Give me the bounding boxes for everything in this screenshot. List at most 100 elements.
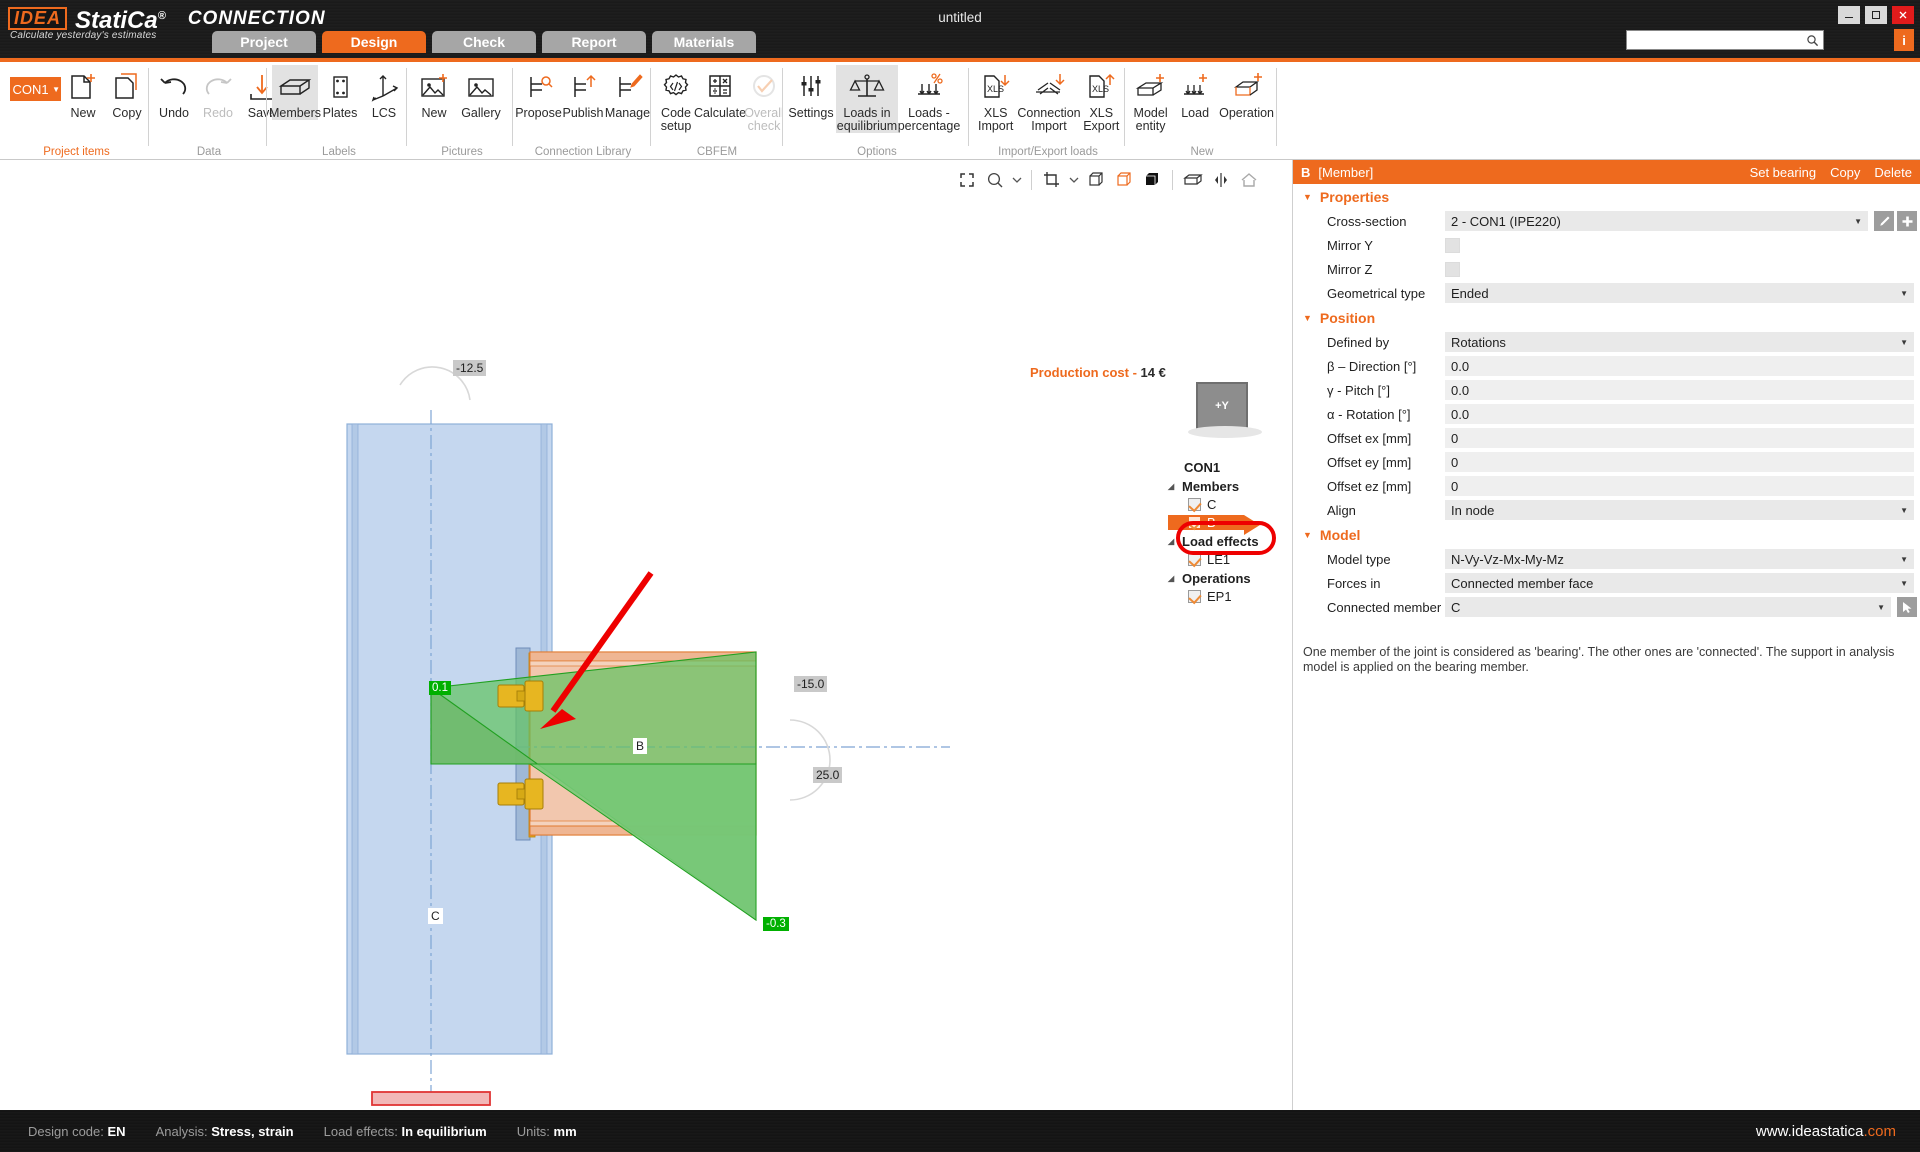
align-combo[interactable]: In node ▼ xyxy=(1445,500,1914,520)
gamma-pitch-input[interactable]: 0.0 xyxy=(1445,380,1914,400)
forces-in-value: Connected member face xyxy=(1451,576,1593,591)
defined-by-combo[interactable]: Rotations ▼ xyxy=(1445,332,1914,352)
offset-ey-input[interactable]: 0 xyxy=(1445,452,1914,472)
section-position[interactable]: ▼ Position xyxy=(1293,305,1920,330)
forces-in-combo[interactable]: Connected member face ▼ xyxy=(1445,573,1914,593)
undo-button[interactable]: Undo xyxy=(152,65,196,120)
ribbon-group-label-labels: Labels xyxy=(272,146,406,158)
alpha-rotation-input[interactable]: 0.0 xyxy=(1445,404,1914,424)
ribbon-group-cbfem: Code setup Calculate Overall check CBFEM xyxy=(654,62,780,160)
xls-export-button[interactable]: XLS XLS Export xyxy=(1079,65,1124,133)
offset-ex-input[interactable]: 0 xyxy=(1445,428,1914,448)
lcs-labels-label: LCS xyxy=(372,107,396,120)
help-button[interactable]: i xyxy=(1894,29,1914,51)
project-item-combo[interactable]: CON1 xyxy=(10,77,51,101)
new-picture-icon xyxy=(416,67,452,107)
application-window: IDEA StatiCa® CONNECTION Calculate yeste… xyxy=(0,0,1920,1152)
geometrical-type-value: Ended xyxy=(1451,286,1489,301)
website-link[interactable]: www.ideastatica.com xyxy=(1756,1123,1896,1140)
minimize-icon[interactable] xyxy=(1838,6,1860,24)
tab-project[interactable]: Project xyxy=(212,31,316,53)
manage-label: Manage xyxy=(605,107,650,120)
row-offset-ex: Offset ex [mm] 0 xyxy=(1293,426,1920,450)
new-operation-button[interactable]: Operation xyxy=(1217,65,1276,120)
xls-import-button[interactable]: XLS XLS Import xyxy=(972,65,1019,133)
status-units-key: Units: xyxy=(517,1124,550,1139)
ribbon-separator xyxy=(650,68,651,146)
edit-cross-section-button[interactable] xyxy=(1874,211,1894,231)
chevron-down-icon: ▼ xyxy=(1900,555,1908,564)
row-alpha-rotation: α - Rotation [°] 0.0 xyxy=(1293,402,1920,426)
connection-import-button[interactable]: Connection Import xyxy=(1019,65,1078,133)
bolt-bottom xyxy=(498,779,543,809)
gallery-button[interactable]: Gallery xyxy=(456,65,506,120)
beta-direction-input[interactable]: 0.0 xyxy=(1445,356,1914,376)
copy-member-button[interactable]: Copy xyxy=(1830,165,1860,180)
model-type-combo[interactable]: N-Vy-Vz-Mx-My-Mz ▼ xyxy=(1445,549,1914,569)
overall-check-button[interactable]: Overall check xyxy=(742,65,786,133)
publish-button[interactable]: Publish xyxy=(561,65,605,120)
new-load-button[interactable]: Load xyxy=(1173,65,1217,120)
ribbon-group-label-new: New xyxy=(1128,146,1276,158)
delete-member-button[interactable]: Delete xyxy=(1874,165,1912,180)
tab-design[interactable]: Design xyxy=(322,31,426,53)
xls-import-label: XLS Import xyxy=(973,107,1018,133)
redo-icon xyxy=(200,67,236,107)
loads-percentage-button[interactable]: Loads - percentage xyxy=(898,65,960,133)
pick-member-button[interactable] xyxy=(1897,597,1917,617)
mirror-z-checkbox[interactable] xyxy=(1445,262,1460,277)
copy-project-item-button[interactable]: Copy xyxy=(105,65,149,120)
offset-ez-input[interactable]: 0 xyxy=(1445,476,1914,496)
cross-section-combo[interactable]: 2 - CON1 (IPE220) ▼ xyxy=(1445,211,1868,231)
new-project-item-button[interactable]: New xyxy=(61,65,105,120)
model-viewport[interactable]: Production cost - 14 € +Y CON1 ◢ Members… xyxy=(0,160,1286,1110)
code-setup-button[interactable]: Code setup xyxy=(654,65,698,133)
mirror-y-checkbox[interactable] xyxy=(1445,238,1460,253)
members-labels-button[interactable]: Members xyxy=(272,65,318,120)
new-model-entity-button[interactable]: Model entity xyxy=(1128,65,1173,133)
connected-member-combo[interactable]: C ▼ xyxy=(1445,597,1891,617)
bearing-member-hint: One member of the joint is considered as… xyxy=(1303,645,1910,675)
project-item-combo-arrow[interactable]: ▼ xyxy=(51,77,61,101)
geometrical-type-combo[interactable]: Ended ▼ xyxy=(1445,283,1914,303)
manage-button[interactable]: Manage xyxy=(605,65,650,120)
tab-report[interactable]: Report xyxy=(542,31,646,53)
tab-materials[interactable]: Materials xyxy=(652,31,756,53)
search-input[interactable] xyxy=(1626,30,1824,50)
section-model[interactable]: ▼ Model xyxy=(1293,522,1920,547)
propose-button[interactable]: Propose xyxy=(516,65,561,120)
redo-label: Redo xyxy=(203,107,233,120)
sliders-icon xyxy=(794,67,828,107)
new-picture-button[interactable]: New xyxy=(412,65,456,120)
status-units-value: mm xyxy=(554,1124,577,1139)
ribbon-separator xyxy=(1276,68,1277,146)
add-cross-section-button[interactable] xyxy=(1897,211,1917,231)
close-icon[interactable] xyxy=(1892,6,1914,24)
section-properties[interactable]: ▼ Properties xyxy=(1293,184,1920,209)
ribbon-separator xyxy=(148,68,149,146)
chevron-down-icon: ▼ xyxy=(1900,506,1908,515)
set-bearing-button[interactable]: Set bearing xyxy=(1750,165,1817,180)
ribbon-separator xyxy=(1124,68,1125,146)
redo-button[interactable]: Redo xyxy=(196,65,240,120)
member-label-b: B xyxy=(633,738,647,754)
tab-check[interactable]: Check xyxy=(432,31,536,53)
new-page-icon xyxy=(66,67,100,107)
settings-button[interactable]: Settings xyxy=(786,65,836,120)
loads-in-equilibrium-button[interactable]: Loads in equilibrium xyxy=(836,65,898,133)
properties-panel: B [Member] Set bearing Copy Delete ▼ Pro… xyxy=(1292,160,1920,1110)
ribbon-separator xyxy=(406,68,407,146)
xls-export-label: XLS Export xyxy=(1080,107,1123,133)
plates-labels-button[interactable]: Plates xyxy=(318,65,362,120)
search-icon xyxy=(1806,34,1819,50)
annotation-label: -12.5 xyxy=(453,360,486,376)
ribbon-group-data: Undo Redo Save Data xyxy=(152,62,266,160)
load-plus-icon xyxy=(1178,67,1212,107)
chevron-down-icon: ▼ xyxy=(1900,289,1908,298)
maximize-icon[interactable] xyxy=(1865,6,1887,24)
calculate-button[interactable]: Calculate xyxy=(698,65,742,120)
row-mirror-y: Mirror Y xyxy=(1293,233,1920,257)
lcs-labels-button[interactable]: LCS xyxy=(362,65,406,120)
xls-export-icon: XLS xyxy=(1083,67,1119,107)
status-design-code-value: EN xyxy=(108,1124,126,1139)
